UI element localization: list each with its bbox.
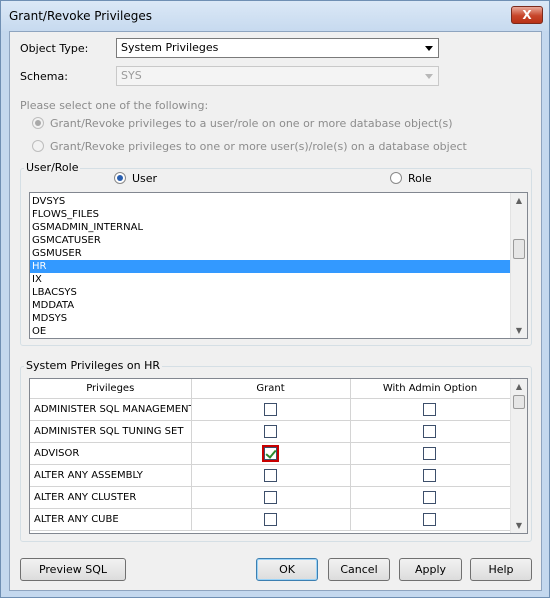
list-item[interactable]: OE [30,325,527,338]
selection-prompt: Please select one of the following: [20,99,209,112]
admin-cell [350,486,511,509]
dialog-window: Grant/Revoke Privileges X Object Type: S… [0,0,550,598]
close-icon: X [522,8,532,22]
grant-cell [191,398,351,421]
system-privileges-group-title: System Privileges on HR [24,359,163,372]
scroll-up-icon[interactable]: ▲ [511,379,527,394]
privilege-name: ALTER ANY CLUSTER [30,486,192,509]
grant-cell [191,464,351,487]
radio-object-mode-label: Grant/Revoke privileges to a user/role o… [50,117,453,130]
title-bar[interactable]: Grant/Revoke Privileges X [1,1,549,31]
column-header-grant[interactable]: Grant [191,379,351,399]
user-role-list[interactable]: DVSYS FLOWS_FILES GSMADMIN_INTERNAL GSMC… [29,192,528,339]
admin-cell [350,398,511,421]
close-button[interactable]: X [511,6,543,24]
object-type-value: System Privileges [121,41,219,54]
object-type-dropdown[interactable]: System Privileges [116,38,439,58]
chevron-down-icon [425,46,433,51]
list-item[interactable]: MDDATA [30,299,527,312]
list-item[interactable]: FLOWS_FILES [30,208,527,221]
table-row: ALTER ANY CUBE [30,508,511,531]
table-header-row: Privileges Grant With Admin Option [30,379,511,399]
list-item[interactable]: MDSYS [30,312,527,325]
admin-cell [350,508,511,531]
table-row: ADVISOR [30,442,511,465]
grant-cell [191,420,351,443]
list-item-selected[interactable]: HR [30,260,527,273]
column-header-privileges[interactable]: Privileges [30,379,192,399]
privileges-table: Privileges Grant With Admin Option ADMIN… [30,379,511,531]
user-role-group-title: User/Role [24,161,81,174]
scroll-down-icon[interactable]: ▼ [511,518,527,533]
window-title: Grant/Revoke Privileges [9,9,152,23]
list-item[interactable]: LBACSYS [30,286,527,299]
user-role-list-items: DVSYS FLOWS_FILES GSMADMIN_INTERNAL GSMC… [30,193,527,338]
grant-cell [191,486,351,509]
grant-cell [191,508,351,531]
apply-button[interactable]: Apply [399,558,462,581]
radio-user-label: User [132,172,158,185]
privilege-name: ADMINISTER SQL TUNING SET [30,420,192,443]
admin-cell [350,464,511,487]
help-button[interactable]: Help [470,558,532,581]
object-type-label: Object Type: [20,42,89,55]
cancel-button[interactable]: Cancel [328,558,390,581]
schema-label: Schema: [20,70,68,83]
table-row: ALTER ANY CLUSTER [30,486,511,509]
privilege-name: ALTER ANY CUBE [30,508,192,531]
radio-user-mode-label: Grant/Revoke privileges to one or more u… [50,140,467,153]
list-item[interactable]: GSMCATUSER [30,234,527,247]
admin-cell [350,442,511,465]
privilege-name: ADMINISTER SQL MANAGEMENT [30,398,192,421]
chevron-down-icon [425,74,433,79]
scroll-thumb[interactable] [513,239,525,259]
radio-role-label: Role [408,172,432,185]
column-header-admin-option[interactable]: With Admin Option [350,379,511,399]
table-row: ALTER ANY ASSEMBLY [30,464,511,487]
scroll-down-icon[interactable]: ▼ [511,323,527,338]
radio-user-mode[interactable] [32,140,44,152]
list-item[interactable]: IX [30,273,527,286]
grant-checkbox[interactable] [263,468,277,482]
grant-cell [191,442,351,465]
admin-option-checkbox[interactable] [423,446,436,460]
user-list-scrollbar[interactable]: ▲ ▼ [510,193,527,338]
admin-option-checkbox[interactable] [423,402,436,416]
radio-object-mode[interactable] [32,117,44,129]
schema-dropdown[interactable]: SYS [116,66,439,86]
admin-option-checkbox[interactable] [423,468,436,482]
dialog-client-area: Object Type: System Privileges Schema: S… [9,31,542,591]
privileges-grid[interactable]: Privileges Grant With Admin Option ADMIN… [29,378,528,534]
preview-sql-button[interactable]: Preview SQL [20,558,126,581]
list-item[interactable]: DVSYS [30,195,527,208]
grant-checkbox[interactable] [263,402,277,416]
grant-checkbox[interactable] [263,490,277,504]
list-item[interactable]: GSMUSER [30,247,527,260]
privilege-name: ADVISOR [30,442,192,465]
table-row: ADMINISTER SQL TUNING SET [30,420,511,443]
admin-option-checkbox[interactable] [423,424,436,438]
radio-user[interactable] [114,172,126,184]
scroll-up-icon[interactable]: ▲ [511,193,527,208]
grant-checkbox[interactable] [263,424,277,438]
schema-value: SYS [121,69,142,82]
privilege-name: ALTER ANY ASSEMBLY [30,464,192,487]
table-row: ADMINISTER SQL MANAGEMENT [30,398,511,421]
list-item[interactable]: GSMADMIN_INTERNAL [30,221,527,234]
privileges-scrollbar[interactable]: ▲ ▼ [510,379,527,533]
grant-checkbox-checked[interactable] [261,444,279,462]
admin-option-checkbox[interactable] [423,490,436,504]
admin-cell [350,420,511,443]
scroll-thumb[interactable] [513,395,525,409]
grant-checkbox[interactable] [263,512,277,526]
ok-button[interactable]: OK [256,558,318,581]
radio-role[interactable] [390,172,402,184]
admin-option-checkbox[interactable] [423,512,436,526]
